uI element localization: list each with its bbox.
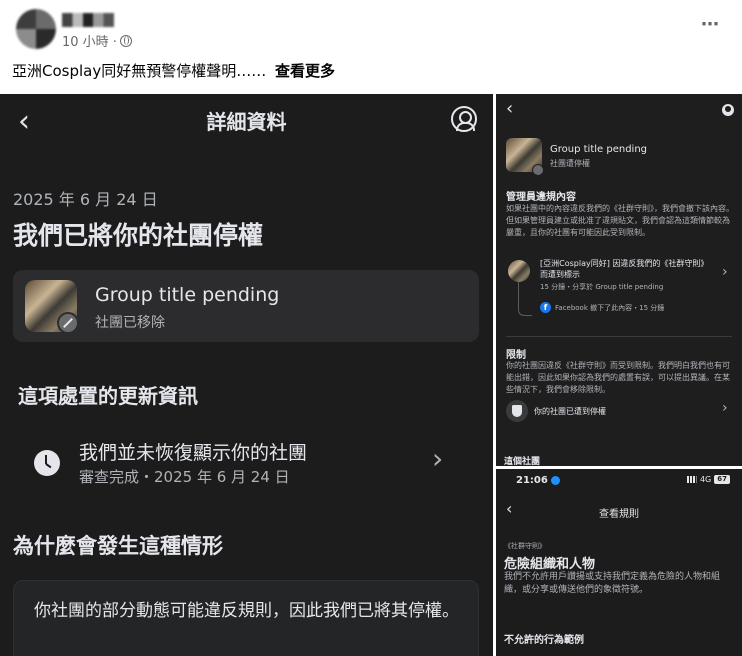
update-section-heading: 這項處置的更新資訊 [18, 384, 198, 408]
image-bottom-right[interactable]: 21:06 4G 67 ‹ 查看規則 《社群守則》 危險組織和人物 我們不允許用… [496, 469, 742, 656]
clock-icon [34, 450, 60, 476]
page-title: 詳細資料 [206, 110, 287, 134]
examples-heading: 不允許的行為範例 [504, 635, 584, 646]
post-meta: 10 小時 · [62, 31, 132, 50]
flagged-post-meta: 15 分鐘・分享於 Group title pending [540, 283, 664, 291]
facebook-icon: f [540, 302, 551, 313]
group-card[interactable]: Group title pending 社團已移除 [13, 270, 479, 342]
thread-connector [518, 282, 532, 316]
group-status: 社團已移除 [95, 315, 165, 331]
location-icon [550, 475, 560, 485]
image-grid: ‹ 詳細資料 2025 年 6 月 24 日 我們已將你的社團停權 Group … [0, 94, 742, 656]
removed-badge-icon [57, 312, 79, 334]
back-icon[interactable]: ‹ [506, 98, 513, 119]
this-group-heading: 這個社團 [504, 457, 541, 466]
shield-icon [512, 405, 522, 417]
status-bar-time: 21:06 [516, 475, 560, 486]
restriction-text: 你的社團因違反《社群守則》而受到限制。我們明白我們也有可能出錯，因此如果你認為我… [506, 361, 730, 394]
chevron-right-icon[interactable]: › [432, 442, 443, 475]
policy-text: 我們不允許用戶讚揚或支持我們定義為危險的人物和組織，或分享或傳送他們的象徵符號。 [504, 572, 721, 595]
globe-icon [119, 34, 132, 47]
group-title: Group title pending [95, 284, 280, 306]
page-title: 查看規則 [599, 509, 639, 520]
facebook-removal-text: Facebook 撤下了此內容・15 分鐘 [555, 304, 665, 312]
see-more-link[interactable]: 查看更多 [275, 62, 335, 80]
why-text: 你社團的部分動態可能違反規則，因此我們已將其停權。 [34, 601, 459, 621]
rules-tag: 《社群守則》 [504, 542, 546, 550]
author-name-blurred[interactable] [62, 13, 114, 27]
why-section-heading: 為什麼會發生這種情形 [13, 534, 223, 558]
post-body: 亞洲Cosplay同好無預警停權聲明…… [12, 62, 267, 80]
image-main[interactable]: ‹ 詳細資料 2025 年 6 月 24 日 我們已將你的社團停權 Group … [0, 94, 493, 656]
group-status: 社團遭停權 [550, 159, 590, 168]
group-title: Group title pending [550, 144, 648, 155]
policy-heading: 危險組織和人物 [504, 557, 596, 572]
post-timestamp[interactable]: 10 小時 · [62, 31, 117, 50]
author-avatar[interactable] [16, 9, 56, 49]
battery-icon: 67 [714, 475, 730, 484]
more-options-icon[interactable]: ⋯ [701, 14, 720, 35]
divider [506, 336, 732, 337]
restriction-heading: 限制 [506, 350, 526, 361]
flagged-post-title[interactable]: [亞洲Cosplay同好] 因違反我們的《社群守則》而遭到標示 [540, 258, 710, 280]
clock-text: 21:06 [516, 475, 548, 486]
restriction-label[interactable]: 你的社團已遭到停權 [534, 406, 606, 417]
image-top-right[interactable]: ‹ Group title pending 社團遭停權 管理員違規內容 如果社團… [496, 94, 742, 466]
admin-violation-text: 如果社團中的內容違反我們的《社群守則》，我們會撤下該內容。但如果管理員建立或批准… [506, 204, 734, 237]
profile-icon[interactable] [722, 104, 734, 116]
notice-date: 2025 年 6 月 24 日 [13, 190, 158, 209]
post-text: 亞洲Cosplay同好無預警停權聲明…… 查看更多 [12, 60, 335, 81]
post-header: 10 小時 · ⋯ 亞洲Cosplay同好無預警停權聲明…… 查看更多 [0, 0, 742, 94]
update-subtitle: 審查完成・2025 年 6 月 24 日 [79, 468, 290, 486]
network-type: 4G [699, 475, 712, 484]
removed-badge-icon [532, 164, 544, 176]
profile-icon[interactable] [451, 106, 477, 132]
status-bar-right: 4G 67 [686, 475, 730, 484]
why-box: 你社團的部分動態可能違反規則，因此我們已將其停權。 [13, 580, 479, 656]
chevron-right-icon[interactable]: › [722, 264, 728, 280]
shield-icon-container [506, 400, 528, 422]
signal-icon [686, 476, 697, 483]
update-title[interactable]: 我們並未恢復顯示你的社團 [79, 438, 307, 465]
post-avatar [508, 260, 530, 282]
chevron-right-icon[interactable]: › [722, 400, 728, 416]
notice-headline: 我們已將你的社團停權 [13, 221, 264, 250]
admin-violation-heading: 管理員違規內容 [506, 192, 576, 203]
